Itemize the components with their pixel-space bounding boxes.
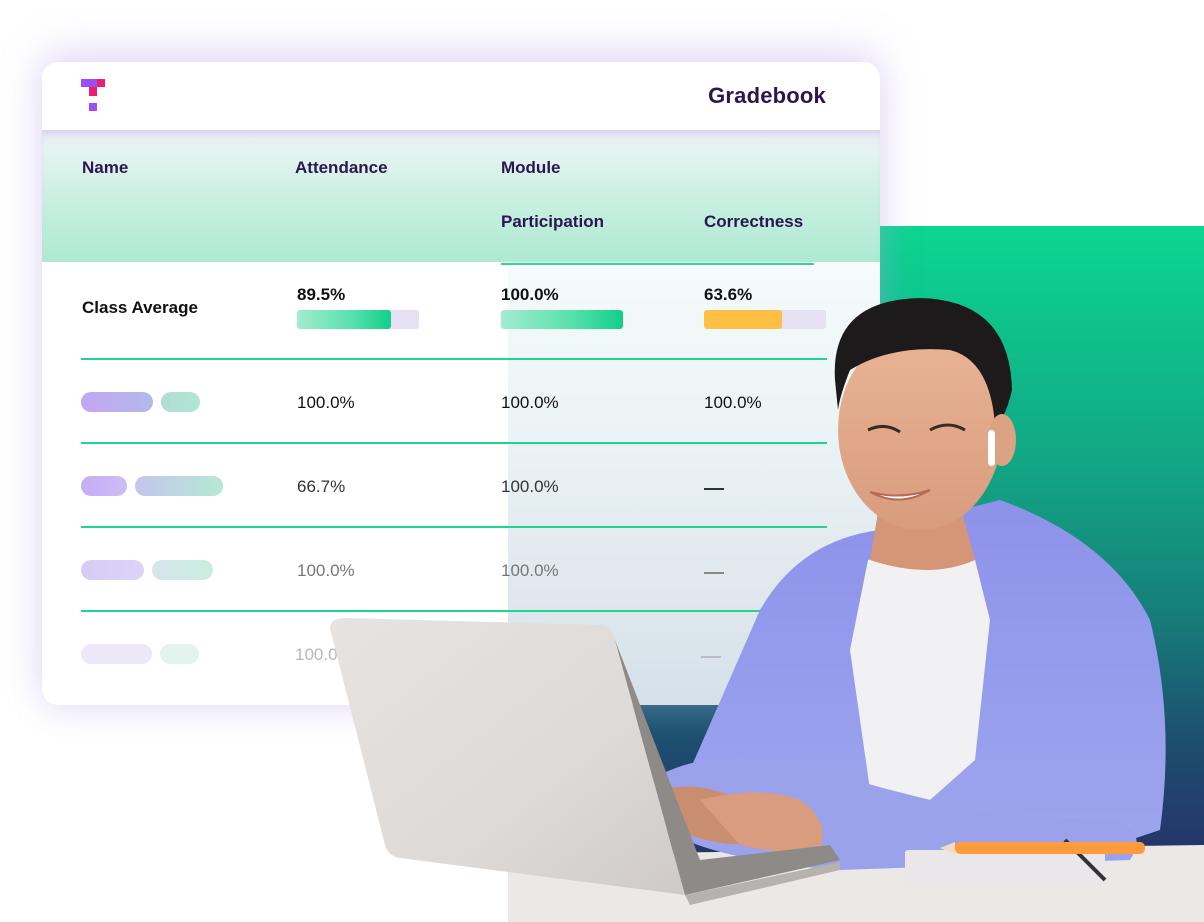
participation-cell: 100.0% xyxy=(501,561,559,580)
participation-cell: 100.0% xyxy=(501,393,559,412)
class-average-label: Class Average xyxy=(82,298,198,317)
avg-participation-bar xyxy=(501,310,623,329)
avg-participation-value: 100.0% xyxy=(501,285,559,304)
table-row[interactable]: 66.7% 100.0% xyxy=(42,444,880,528)
t-logo-icon xyxy=(81,79,105,111)
column-header-name[interactable]: Name xyxy=(82,158,128,178)
avg-correctness-bar xyxy=(704,310,826,329)
attendance-cell: 100.0% xyxy=(297,561,355,580)
page-title: Gradebook xyxy=(708,83,826,108)
column-header-correctness[interactable]: Correctness xyxy=(704,212,803,232)
avg-attendance-value: 89.5% xyxy=(297,285,346,304)
gradebook-card: Gradebook Name Attendance Module Partici… xyxy=(42,62,880,705)
participation-cell: 100.0% xyxy=(501,477,559,496)
student-name-redacted xyxy=(81,560,144,580)
table-row[interactable]: 100.0% 100.0% xyxy=(42,528,880,612)
column-header-band: Name Attendance Module Participation Cor… xyxy=(42,130,880,265)
correctness-cell: 100.0% xyxy=(704,393,762,412)
attendance-cell: 100.0% xyxy=(297,393,355,412)
avg-attendance-bar xyxy=(297,310,419,329)
avg-correctness-fill xyxy=(704,310,782,329)
class-average-row: Class Average 89.5% 100.0% 63.6% xyxy=(42,262,880,360)
table-row[interactable]: 100.0% xyxy=(42,612,880,705)
avg-participation-fill xyxy=(501,310,623,329)
student-name-redacted xyxy=(160,644,199,664)
student-name-redacted xyxy=(81,392,153,412)
empty-value-dash xyxy=(704,572,724,574)
empty-value-dash xyxy=(701,656,721,658)
student-name-redacted xyxy=(135,476,223,496)
student-name-redacted xyxy=(161,392,200,412)
avg-attendance-fill xyxy=(297,310,391,329)
column-header-participation[interactable]: Participation xyxy=(501,212,604,232)
card-header: Gradebook xyxy=(42,62,880,130)
student-name-redacted xyxy=(81,476,127,496)
attendance-cell: 66.7% xyxy=(297,477,346,496)
student-name-redacted xyxy=(81,644,152,664)
empty-value-dash xyxy=(704,488,724,490)
student-name-redacted xyxy=(152,560,213,580)
column-header-attendance[interactable]: Attendance xyxy=(295,158,388,178)
attendance-cell: 100.0% xyxy=(295,645,353,664)
avg-correctness-value: 63.6% xyxy=(704,285,753,304)
column-header-module: Module xyxy=(501,158,561,177)
table-row[interactable]: 100.0% 100.0% 100.0% xyxy=(42,360,880,444)
